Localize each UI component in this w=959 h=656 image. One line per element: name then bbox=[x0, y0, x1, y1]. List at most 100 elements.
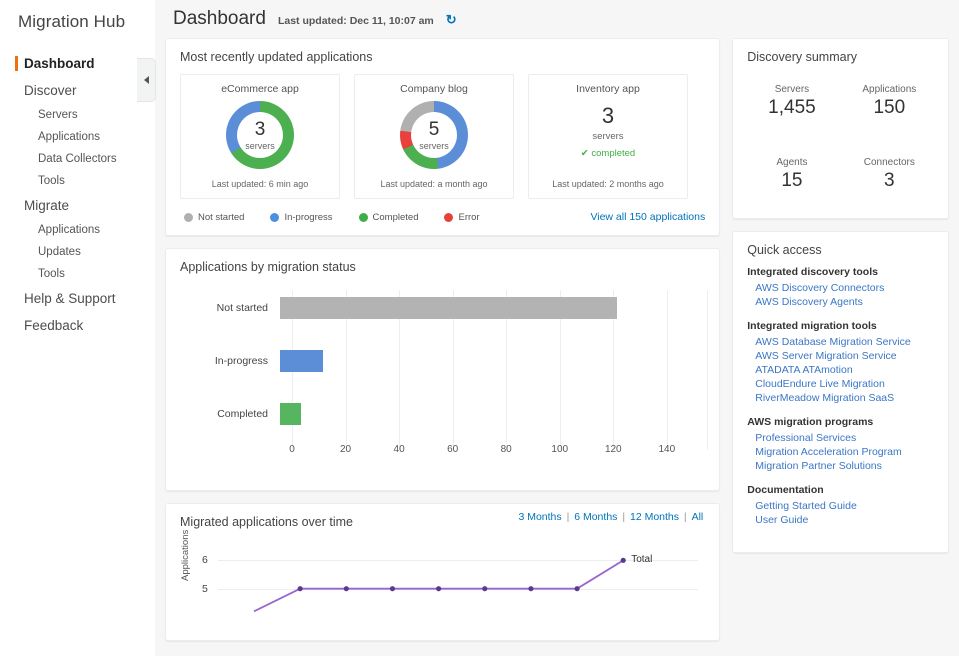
left-column: Most recently updated applications eComm… bbox=[165, 38, 721, 653]
sidebar-item-servers-2[interactable]: Servers bbox=[0, 104, 155, 126]
legend-color-dot bbox=[358, 212, 368, 222]
sidebar-item-feedback-11[interactable]: Feedback bbox=[0, 312, 155, 339]
legend-items: Not started In-progress Completed Error bbox=[184, 212, 506, 223]
sidebar: Migration Hub Dashboard Discover Servers Ap… bbox=[0, 0, 155, 656]
legend-color-dot bbox=[444, 212, 454, 222]
quick-access-groups: Integrated discovery tools AWS Discovery … bbox=[747, 266, 934, 527]
server-count-value: 5 bbox=[428, 118, 440, 140]
sidebar-item-help-support-10[interactable]: Help & Support bbox=[0, 285, 155, 312]
x-axis-tick-label: 120 bbox=[604, 444, 622, 455]
migrated-over-time-panel: Migrated applications over time 3 Months… bbox=[165, 503, 721, 641]
sidebar-collapse-toggle[interactable] bbox=[137, 58, 156, 102]
sidebar-item-migrate-6[interactable]: Migrate bbox=[0, 192, 155, 219]
quick-access-link[interactable]: AWS Discovery Agents bbox=[747, 295, 934, 309]
legend-item: Error bbox=[444, 211, 480, 223]
quick-access-group: Integrated migration tools AWS Database M… bbox=[747, 320, 934, 405]
quick-access-link[interactable]: User Guide bbox=[747, 513, 934, 527]
page-title: Dashboard bbox=[173, 8, 266, 29]
application-card-title: eCommerce app bbox=[221, 83, 299, 95]
discovery-stat-value: 15 bbox=[781, 170, 803, 191]
discovery-stat-label: Servers bbox=[774, 84, 810, 95]
legend-item: Not started bbox=[184, 212, 244, 223]
sidebar-item-applications-3[interactable]: Applications bbox=[0, 126, 155, 148]
bar-category-label: Completed bbox=[217, 408, 268, 420]
discovery-stat-value: 1,455 bbox=[768, 97, 816, 118]
x-axis-tick-label: 60 bbox=[447, 444, 459, 455]
series-annotation-total: Total bbox=[631, 554, 653, 566]
time-range-links: 3 Months | 6 Months | 12 Months | All bbox=[518, 511, 703, 523]
quick-access-content: Quick access Integrated discovery tools A… bbox=[733, 232, 948, 552]
bar-category-label: Not started bbox=[216, 302, 268, 314]
recent-applications-title: Most recently updated applications bbox=[180, 50, 373, 64]
server-count-value: 3 bbox=[601, 103, 615, 128]
check-icon: ✔ bbox=[580, 148, 592, 159]
quick-access-group: Integrated discovery tools AWS Discovery … bbox=[747, 266, 934, 309]
quick-access-title: Quick access bbox=[747, 243, 822, 257]
x-axis-tick-label: 100 bbox=[551, 444, 569, 455]
quick-access-link[interactable]: ATADATA ATAmotion bbox=[747, 363, 934, 377]
page-header: Dashboard Last updated: Dec 11, 10:07 am… bbox=[165, 0, 949, 38]
status-badge: ✔ completed bbox=[580, 148, 636, 159]
sidebar-item-discover-1[interactable]: Discover bbox=[0, 77, 155, 104]
bar-chart-row: Completed bbox=[180, 402, 302, 426]
quick-access-link[interactable]: Getting Started Guide bbox=[747, 499, 934, 513]
time-range-link-3-months[interactable]: 3 Months bbox=[518, 511, 561, 523]
legend-item: Completed bbox=[358, 211, 419, 223]
discovery-stat: Connectors 3 bbox=[841, 157, 938, 192]
legend-item: In-progress bbox=[270, 211, 333, 223]
donut-center-text: 5 servers bbox=[400, 101, 468, 169]
application-card[interactable]: eCommerce app 3 servers Last updated: 6 min… bbox=[180, 74, 340, 199]
quick-access-link[interactable]: AWS Database Migration Service bbox=[747, 335, 934, 349]
quick-access-link[interactable]: Migration Partner Solutions bbox=[747, 459, 934, 473]
right-column: Discovery summary Servers 1,455 Applicatio… bbox=[732, 38, 949, 565]
time-range-link-12-months[interactable]: 12 Months bbox=[630, 511, 679, 523]
bar-segment[interactable] bbox=[280, 297, 618, 319]
gridline bbox=[666, 290, 668, 450]
sidebar-item-tools-5[interactable]: Tools bbox=[0, 170, 155, 192]
sidebar-item-data-collectors-4[interactable]: Data Collectors bbox=[0, 148, 155, 170]
application-status-donut-chart: 5 servers bbox=[400, 101, 468, 169]
legend-label: Completed bbox=[372, 211, 419, 223]
quick-access-group-heading: AWS migration programs bbox=[747, 416, 874, 428]
sidebar-item-tools-9[interactable]: Tools bbox=[0, 263, 155, 285]
quick-access-link[interactable]: CloudEndure Live Migration bbox=[747, 377, 934, 391]
bar-segment[interactable] bbox=[280, 350, 323, 372]
quick-access-link[interactable]: Migration Acceleration Program bbox=[747, 445, 934, 459]
quick-access-link[interactable]: AWS Server Migration Service bbox=[747, 349, 934, 363]
quick-access-group-heading: Integrated migration tools bbox=[747, 320, 877, 332]
server-count-unit: servers bbox=[245, 140, 275, 151]
sidebar-item-updates-8[interactable]: Updates bbox=[0, 241, 155, 263]
discovery-summary-stats: Servers 1,455 Applications 150 Agents 15 Conne… bbox=[733, 70, 948, 218]
legend-label: Error bbox=[458, 211, 480, 223]
bar-segment[interactable] bbox=[280, 403, 302, 425]
x-axis-tick-label: 20 bbox=[339, 444, 352, 455]
view-all-applications-link[interactable]: View all 150 applications bbox=[590, 211, 705, 223]
legend-label: In-progress bbox=[284, 211, 333, 223]
quick-access-link[interactable]: RiverMeadow Migration SaaS bbox=[747, 391, 934, 405]
application-card-last-updated: Last updated: 2 months ago bbox=[552, 179, 664, 189]
bar-chart-row: In-progress bbox=[180, 349, 323, 373]
legend-color-dot bbox=[270, 212, 280, 222]
quick-access-link[interactable]: AWS Discovery Connectors bbox=[747, 281, 934, 295]
application-card-title: Inventory app bbox=[576, 83, 640, 95]
sidebar-nav: Dashboard Discover Servers Applications Data… bbox=[0, 50, 155, 339]
time-range-link-all[interactable]: All bbox=[692, 511, 704, 523]
application-card-last-updated: Last updated: 6 min ago bbox=[211, 179, 309, 189]
application-status-donut-chart: 3 servers bbox=[226, 101, 294, 169]
last-updated-text: Last updated: Dec 11, 10:07 am bbox=[277, 15, 434, 27]
main-content: Dashboard Last updated: Dec 11, 10:07 am… bbox=[155, 0, 959, 656]
application-card[interactable]: Company blog 5 servers Last updated: a mont… bbox=[354, 74, 514, 199]
refresh-icon[interactable]: ↻ bbox=[446, 13, 457, 26]
discovery-stat-label: Applications bbox=[862, 84, 917, 95]
discovery-stat: Applications 150 bbox=[841, 84, 938, 119]
server-count-value: 3 bbox=[254, 118, 266, 140]
quick-access-link[interactable]: Professional Services bbox=[747, 431, 934, 445]
separator: | bbox=[681, 511, 690, 523]
discovery-summary-panel: Discovery summary Servers 1,455 Applicatio… bbox=[732, 38, 949, 219]
sidebar-item-applications-7[interactable]: Applications bbox=[0, 219, 155, 241]
sidebar-item-dashboard-0[interactable]: Dashboard bbox=[0, 50, 155, 77]
application-card[interactable]: Inventory app 3 servers ✔ completed Last upd… bbox=[528, 74, 688, 199]
time-range-link-6-months[interactable]: 6 Months bbox=[574, 511, 617, 523]
discovery-stat-value: 150 bbox=[873, 97, 906, 118]
gridline bbox=[707, 290, 708, 450]
